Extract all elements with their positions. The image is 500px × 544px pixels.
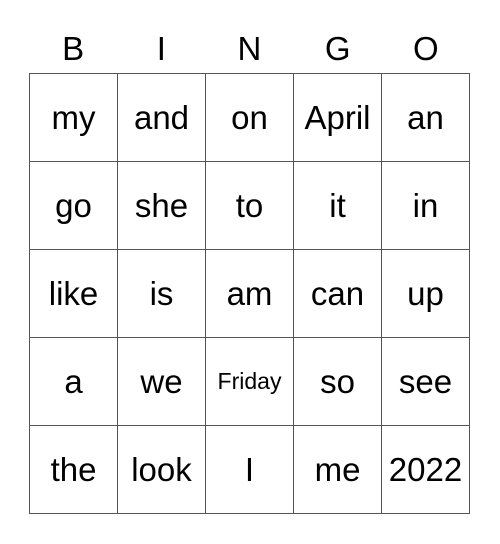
bingo-cell[interactable]: the bbox=[30, 426, 118, 514]
bingo-cell[interactable]: is bbox=[118, 250, 206, 338]
bingo-cell[interactable]: see bbox=[382, 338, 470, 426]
bingo-card-grid: my and on April an go she to it in like … bbox=[29, 73, 470, 514]
bingo-cell[interactable]: we bbox=[118, 338, 206, 426]
bingo-cell[interactable]: I bbox=[206, 426, 294, 514]
bingo-cell[interactable]: April bbox=[294, 74, 382, 162]
bingo-cell[interactable]: up bbox=[382, 250, 470, 338]
header-letter-b: B bbox=[62, 30, 85, 67]
header-letter-n: N bbox=[237, 30, 262, 67]
bingo-cell[interactable]: 2022 bbox=[382, 426, 470, 514]
bingo-cell[interactable]: an bbox=[382, 74, 470, 162]
bingo-header: B I N G O bbox=[29, 26, 470, 72]
bingo-cell[interactable]: to bbox=[206, 162, 294, 250]
bingo-cell[interactable]: so bbox=[294, 338, 382, 426]
bingo-cell[interactable]: look bbox=[118, 426, 206, 514]
header-letter-i: I bbox=[156, 30, 166, 67]
bingo-cell[interactable]: can bbox=[294, 250, 382, 338]
bingo-cell[interactable]: am bbox=[206, 250, 294, 338]
bingo-cell[interactable]: it bbox=[294, 162, 382, 250]
header-letter-g: G bbox=[324, 30, 351, 67]
bingo-cell[interactable]: a bbox=[30, 338, 118, 426]
bingo-cell[interactable]: and bbox=[118, 74, 206, 162]
bingo-cell[interactable]: like bbox=[30, 250, 118, 338]
bingo-cell[interactable]: my bbox=[30, 74, 118, 162]
header-letter-o: O bbox=[413, 30, 439, 67]
bingo-cell-center[interactable]: Friday bbox=[206, 338, 294, 426]
bingo-cell[interactable]: in bbox=[382, 162, 470, 250]
bingo-cell[interactable]: me bbox=[294, 426, 382, 514]
bingo-cell[interactable]: on bbox=[206, 74, 294, 162]
bingo-cell[interactable]: she bbox=[118, 162, 206, 250]
bingo-cell[interactable]: go bbox=[30, 162, 118, 250]
